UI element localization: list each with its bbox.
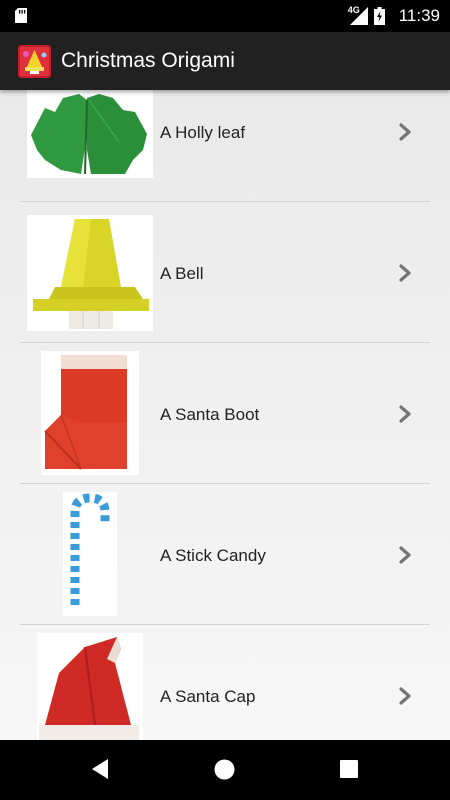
list-item-label: A Santa Cap bbox=[160, 687, 256, 706]
holly-leaf-image bbox=[27, 90, 153, 178]
navigation-bar bbox=[0, 740, 450, 800]
chevron-right-icon bbox=[399, 123, 411, 141]
list-item-label: A Holly leaf bbox=[160, 123, 246, 142]
sd-card-icon bbox=[15, 8, 27, 23]
list-item-holly-leaf[interactable]: A Holly leaf bbox=[20, 90, 430, 202]
back-icon[interactable] bbox=[90, 758, 110, 780]
list-item-stick-candy[interactable]: A Stick Candy bbox=[20, 484, 430, 625]
origami-list: A Holly leaf A Bell A Santa Boot A Stick… bbox=[0, 90, 450, 740]
app-title: Christmas Origami bbox=[61, 49, 235, 72]
app-bar: Christmas Origami bbox=[0, 32, 450, 90]
chevron-right-icon bbox=[399, 687, 411, 705]
chevron-right-icon bbox=[399, 264, 411, 282]
network-type-label: 4G bbox=[347, 5, 360, 15]
recents-icon[interactable] bbox=[340, 760, 358, 778]
list-item-bell[interactable]: A Bell bbox=[20, 202, 430, 343]
list-item-santa-boot[interactable]: A Santa Boot bbox=[20, 343, 430, 484]
list-item-label: A Stick Candy bbox=[160, 546, 266, 565]
status-bar: 4G 11:39 bbox=[0, 0, 450, 32]
santa-cap-image bbox=[37, 633, 143, 740]
stick-candy-image bbox=[63, 492, 117, 616]
home-icon[interactable] bbox=[214, 759, 235, 780]
clock: 11:39 bbox=[398, 6, 440, 25]
santa-boot-image bbox=[41, 351, 139, 475]
chevron-right-icon bbox=[399, 546, 411, 564]
list-item-label: A Santa Boot bbox=[160, 405, 260, 424]
list-item-santa-cap[interactable]: A Santa Cap bbox=[20, 625, 430, 740]
bell-image bbox=[27, 215, 153, 331]
chevron-right-icon bbox=[399, 405, 411, 423]
list-item-label: A Bell bbox=[160, 264, 204, 283]
app-logo-icon bbox=[18, 44, 51, 78]
battery-icon bbox=[373, 7, 385, 25]
